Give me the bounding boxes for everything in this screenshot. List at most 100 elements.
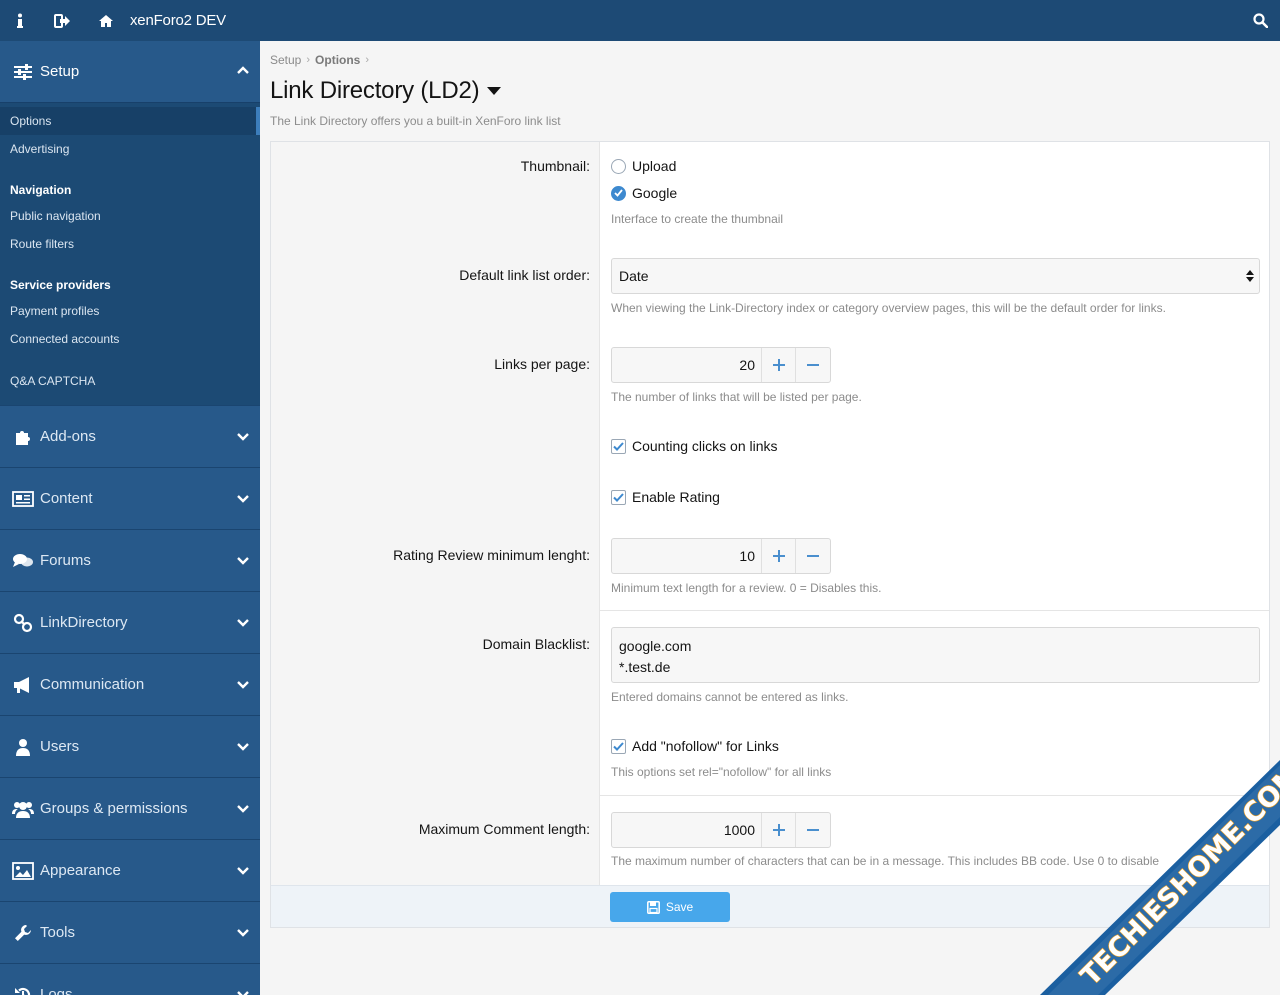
page-title: Link Directory (LD2) [270,77,480,104]
sidebar-item-public-navigation[interactable]: Public navigation [0,202,260,230]
chevron-down-icon [237,681,249,689]
thumbnail-label: Thumbnail: [520,158,590,174]
rating-min-stepper: 10 [611,538,831,574]
blacklist-label: Domain Blacklist: [482,636,590,652]
sidebar: Setup Options Advertising Navigation Pub… [0,41,260,995]
max-comment-label: Maximum Comment length: [418,821,590,837]
blacklist-textarea[interactable]: google.com *.test.de [611,627,1260,683]
sliders-icon [12,61,34,83]
newspaper-icon [12,488,34,510]
board-title[interactable]: xenForo2 DEV [130,12,226,29]
caret-down-icon[interactable] [487,86,502,96]
nofollow-hint: This options set rel="nofollow" for all … [611,765,832,779]
sidebar-section-content[interactable]: Content [0,467,260,529]
chevron-down-icon [237,991,249,995]
plus-icon [772,824,785,836]
chevron-down-icon [237,929,249,937]
radio-checked-icon[interactable] [611,185,626,201]
links-per-page-hint: The number of links that will be listed … [611,390,862,404]
page-description: The Link Directory offers you a built-in… [270,114,561,128]
chevron-down-icon [237,433,249,441]
chevron-down-icon [237,805,249,813]
row-divider [600,795,1269,796]
checkbox-checked-icon[interactable] [611,438,626,454]
nofollow-checkbox[interactable]: Add "nofollow" for Links [611,738,779,754]
sidebar-section-label: Forums [40,552,91,569]
checkbox-checked-icon[interactable] [611,489,626,505]
rating-min-input[interactable]: 10 [612,539,762,573]
sidebar-item-connected-accounts[interactable]: Connected accounts [0,325,260,353]
sidebar-section-users[interactable]: Users [0,715,260,777]
form-footer: Save [271,885,1269,927]
breadcrumb-options[interactable]: Options [315,53,360,67]
minus-icon [807,364,819,366]
order-select[interactable]: Date [611,258,1260,294]
minus-icon [807,555,819,557]
picture-icon [12,860,34,882]
counting-clicks-checkbox[interactable]: Counting clicks on links [611,438,778,454]
users-icon [12,798,34,820]
thumbnail-option-google[interactable]: Google [611,185,677,201]
comments-icon [12,550,34,572]
user-icon [12,736,34,758]
bullhorn-icon [12,674,34,696]
order-hint: When viewing the Link-Directory index or… [611,301,1166,315]
save-label: Save [665,900,694,914]
info-icon[interactable] [0,0,40,41]
thumbnail-option-upload[interactable]: Upload [611,158,676,174]
sidebar-section-tools[interactable]: Tools [0,901,260,963]
puzzle-icon [12,426,34,448]
options-form: Thumbnail: Upload Google Interface to cr… [270,141,1270,928]
floppy-disk-icon [646,900,660,914]
decrement-button[interactable] [796,539,830,573]
checkbox-checked-icon[interactable] [611,738,626,754]
decrement-button[interactable] [796,348,830,382]
enable-rating-checkbox[interactable]: Enable Rating [611,489,720,505]
search-icon[interactable] [1240,0,1280,41]
sidebar-section-label: Users [40,738,80,755]
breadcrumb-setup[interactable]: Setup [270,53,301,67]
sidebar-section-label: LinkDirectory [40,614,128,631]
option-label: Upload [632,158,677,174]
sidebar-item-advertising[interactable]: Advertising [0,135,260,163]
setup-submenu: Options Advertising Navigation Public na… [0,103,260,405]
sign-out-icon[interactable] [40,0,84,41]
decrement-button[interactable] [796,813,830,847]
max-comment-input[interactable]: 1000 [612,813,762,847]
chevron-down-icon [237,619,249,627]
row-divider [600,610,1269,611]
checkbox-label: Counting clicks on links [632,438,778,454]
radio-unchecked-icon[interactable] [611,158,626,174]
rating-min-label: Rating Review minimum lenght: [393,547,590,563]
sidebar-section-logs[interactable]: Logs [0,963,260,995]
sidebar-section-add-ons[interactable]: Add-ons [0,405,260,467]
sidebar-item-route-filters[interactable]: Route filters [0,230,260,258]
sidebar-section-setup[interactable]: Setup [0,41,260,103]
sidebar-section-label: Add-ons [40,428,96,445]
links-per-page-input[interactable]: 20 [612,348,762,382]
sidebar-item-captcha[interactable]: Q&A CAPTCHA [0,367,260,395]
max-comment-stepper: 1000 [611,812,831,848]
save-button[interactable]: Save [610,892,730,922]
increment-button[interactable] [762,539,796,573]
sidebar-section-forums[interactable]: Forums [0,529,260,591]
home-icon[interactable] [84,0,128,41]
increment-button[interactable] [762,348,796,382]
sidebar-section-appearance[interactable]: Appearance [0,839,260,901]
plus-icon [772,550,785,562]
sidebar-item-payment-profiles[interactable]: Payment profiles [0,297,260,325]
checkbox-label: Add "nofollow" for Links [632,738,779,754]
sidebar-section-groups-permissions[interactable]: Groups & permissions [0,777,260,839]
sidebar-section-label: Appearance [40,862,121,879]
sidebar-section-communication[interactable]: Communication [0,653,260,715]
sidebar-section-label: Communication [40,676,145,693]
plus-icon [772,359,785,371]
increment-button[interactable] [762,813,796,847]
sidebar-section-linkdirectory[interactable]: LinkDirectory [0,591,260,653]
sidebar-item-options[interactable]: Options [0,107,260,135]
chevron-down-icon [237,867,249,875]
chevron-up-icon [237,66,249,74]
wrench-icon [12,922,34,944]
chevron-down-icon [237,495,249,503]
breadcrumb-separator-icon: › [365,54,370,66]
